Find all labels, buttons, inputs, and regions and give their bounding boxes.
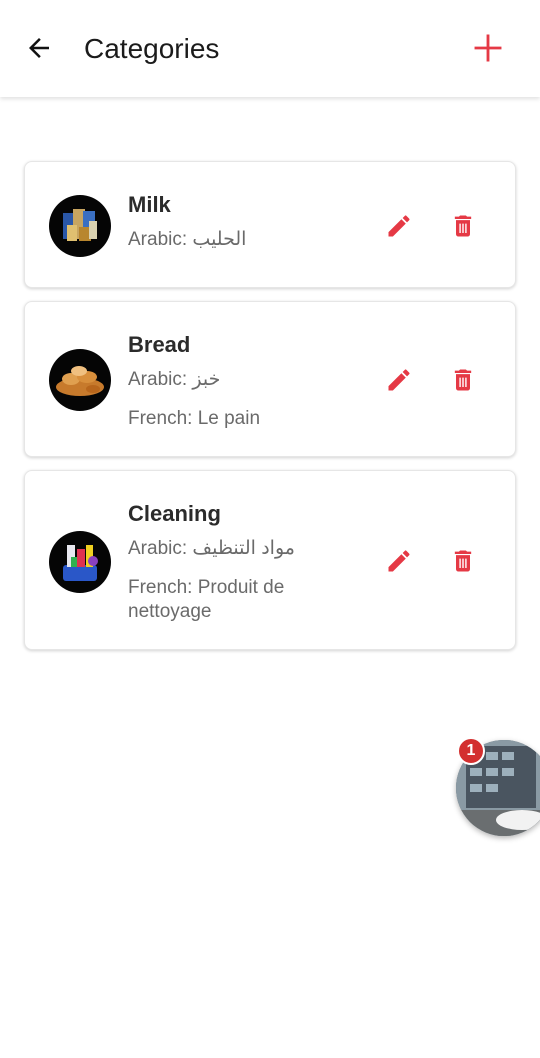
category-name: Cleaning (128, 501, 221, 526)
category-french-name: French: Produit de nettoyage (128, 577, 285, 622)
category-card-bread[interactable]: Bread Arabic: خبز French: Le pain (24, 301, 516, 457)
trash-icon (454, 550, 472, 572)
arrow-left-icon (29, 38, 49, 58)
app-bar: Categories (0, 0, 540, 97)
edit-button[interactable] (381, 543, 417, 579)
trash-icon (454, 215, 472, 237)
category-image-milk (49, 195, 111, 257)
category-image-cleaning (49, 531, 111, 593)
category-arabic-name: Arabic: خبز (128, 369, 221, 390)
category-arabic-name: Arabic: مواد التنظيف (128, 538, 295, 559)
delete-button[interactable] (445, 543, 481, 579)
category-arabic-name: Arabic: الحليب (128, 229, 247, 250)
add-category-button[interactable] (468, 28, 508, 68)
page-title: Categories (84, 33, 220, 64)
pencil-icon (388, 215, 410, 237)
trash-icon (454, 369, 472, 391)
pencil-icon (388, 550, 410, 572)
category-name: Milk (128, 192, 171, 217)
category-french-name: French: Le pain (128, 408, 261, 429)
category-image-bread (49, 349, 111, 411)
plus-icon (474, 34, 502, 62)
category-card-milk[interactable]: Milk Arabic: الحليب (24, 161, 516, 288)
edit-button[interactable] (381, 362, 417, 398)
pencil-icon (388, 369, 410, 391)
category-info: Cleaning Arabic: مواد التنظيف French: Pr… (128, 500, 325, 624)
category-info: Milk Arabic: الحليب (128, 191, 325, 252)
category-card-cleaning[interactable]: Cleaning Arabic: مواد التنظيف French: Pr… (24, 470, 516, 650)
edit-button[interactable] (381, 208, 417, 244)
category-info: Bread Arabic: خبز French: Le pain (128, 331, 325, 431)
back-button[interactable] (22, 30, 56, 66)
delete-button[interactable] (445, 208, 481, 244)
delete-button[interactable] (445, 362, 481, 398)
notification-badge: 1 (457, 737, 485, 765)
category-name: Bread (128, 332, 191, 357)
